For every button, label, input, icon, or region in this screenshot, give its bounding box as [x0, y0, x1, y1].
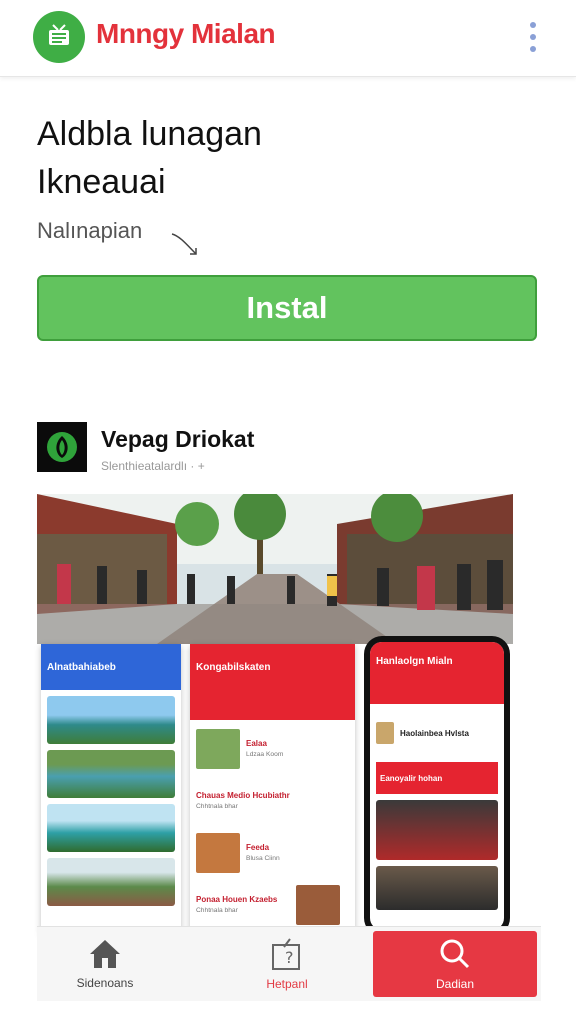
list-item: Chauas Medio Hcubiathr Chhtnala bhar: [196, 778, 349, 824]
landscape-thumb: [47, 858, 175, 906]
app-logo: [37, 422, 87, 472]
list-item: Eanoyalir hohan: [376, 762, 498, 794]
screenshot-middle: Kongabilskaten Ealaa Ldzaa Koom Chauas Me…: [190, 644, 355, 934]
nav-label: Dadian: [435, 977, 475, 991]
item-title: Ealaa: [246, 739, 267, 748]
arrow-icon: [171, 233, 197, 255]
home-icon: [90, 940, 120, 968]
item-title: Eanoyalir hohan: [380, 773, 443, 783]
list-item: Ealaa Ldzaa Koom: [196, 726, 349, 772]
nav-label: Hetpanl: [266, 977, 308, 991]
help-icon: ?: [272, 938, 300, 970]
screen-header: Hanlaolgn Mialn: [370, 642, 504, 704]
brand-title: Mnngy Mialan: [96, 18, 276, 49]
title-line-1: Aldbla lunagan: [37, 115, 262, 153]
nav-item-search[interactable]: Dadian: [373, 931, 537, 997]
top-app-bar: Mnngy Mialan: [0, 0, 576, 77]
item-image: [196, 729, 240, 769]
item-image: [296, 885, 340, 925]
title-line-2: Ikneauai: [37, 163, 166, 201]
landscape-thumb: [47, 696, 175, 744]
item-sub: Ldzaa Koom: [246, 751, 284, 758]
item-title: Haolainbea Hvlsta: [400, 728, 469, 738]
app-meta: Slenthieatalardlı · +: [101, 459, 205, 473]
app-name: Vepag Driokat: [101, 426, 255, 452]
nav-label: Sidenoans: [76, 976, 134, 990]
crowd-thumb: [376, 866, 498, 910]
screenshot-left: Alnatbahiabeb: [41, 644, 181, 934]
landscape-thumb: [47, 804, 175, 852]
install-button[interactable]: Instal: [37, 275, 537, 341]
landscape-thumb: [47, 750, 175, 798]
tv-icon[interactable]: [33, 11, 85, 63]
leaf-icon: [47, 432, 77, 462]
page-title: Aldbla lunagan Ikneauai: [37, 110, 262, 206]
screen-header: Alnatbahiabeb: [41, 644, 181, 690]
nav-item-help[interactable]: ? Hetpanl: [219, 927, 355, 1001]
kebab-menu-icon[interactable]: [526, 22, 540, 52]
item-title: Ponaa Houen Kzaebs: [196, 895, 278, 904]
hero-photo: [37, 494, 513, 644]
item-title: Feeda: [246, 843, 270, 852]
item-image: [376, 722, 394, 744]
subtitle: Nalınapian: [37, 218, 143, 243]
item-title: Chauas Medio Hcubiathr: [196, 791, 290, 800]
list-item: Ponaa Houen Kzaebs Chhtnala bhar: [196, 882, 349, 928]
item-image: [196, 833, 240, 873]
list-item: Haolainbea Hvlsta: [376, 710, 498, 756]
item-sub: Chhtnala bhar: [196, 803, 238, 810]
item-sub: Blusa Ciinn: [246, 855, 280, 862]
list-item: Feeda Blusa Ciinn: [196, 830, 349, 876]
crowd-thumb: [376, 800, 498, 860]
nav-item-home[interactable]: Sidenoans: [37, 927, 173, 1001]
phone-mockup: Hanlaolgn Mialn Haolainbea Hvlsta Eanoya…: [364, 636, 510, 936]
search-icon: [440, 939, 470, 969]
svg-text:?: ?: [285, 948, 294, 967]
screen-header: Kongabilskaten: [190, 644, 355, 720]
bottom-navigation: Sidenoans ? Hetpanl Dadian: [37, 926, 541, 1001]
item-sub: Chhtnala bhar: [196, 907, 238, 914]
